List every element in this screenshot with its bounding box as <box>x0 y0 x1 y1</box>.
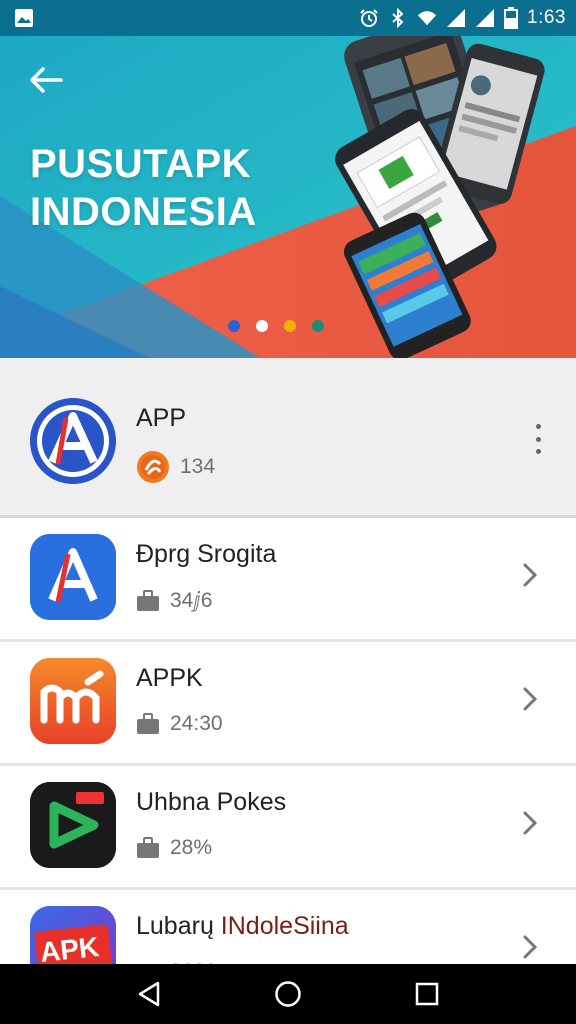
app-name: APPK <box>136 664 203 692</box>
list-item-featured[interactable]: APP 134 <box>0 358 576 518</box>
app-meta: 34ⅉ6 <box>136 588 212 613</box>
bluetooth-icon <box>392 8 404 28</box>
list-item[interactable]: Uhbna Pokes 28% <box>0 766 576 890</box>
app-count: 134 <box>180 455 216 478</box>
coin-icon <box>137 451 169 483</box>
back-button[interactable] <box>24 60 68 100</box>
clock: 1:63 <box>527 7 566 28</box>
app-name: Uhbna Pokes <box>136 788 287 816</box>
recents-icon <box>415 982 438 1006</box>
app-icon <box>30 534 116 620</box>
chevron-right-icon[interactable] <box>520 684 540 714</box>
play-logo-icon <box>30 782 116 868</box>
app-icon <box>30 398 116 484</box>
hero-banner[interactable]: PUSUTAPK INDONESIA <box>0 36 576 358</box>
app-name: Lubarų INdoleSiina <box>136 912 349 940</box>
nav-recents-button[interactable] <box>407 974 447 1014</box>
nav-back-button[interactable] <box>129 974 169 1014</box>
app-meta-value: 24:30 <box>170 712 223 735</box>
signal-icon <box>476 9 495 27</box>
carousel-indicator[interactable] <box>228 320 324 332</box>
more-button[interactable] <box>532 424 544 454</box>
app-icon <box>30 782 116 868</box>
wifi-icon <box>417 11 437 26</box>
more-vertical-icon <box>535 424 541 429</box>
alarm-icon <box>360 9 378 27</box>
battery-icon <box>504 7 519 29</box>
navigation-bar <box>0 964 576 1024</box>
hero-title: PUSUTAPK INDONESIA <box>30 142 257 234</box>
app-name: APP <box>136 404 187 432</box>
carousel-dot[interactable] <box>256 320 268 332</box>
app-meta: 134 <box>136 450 215 484</box>
app-meta-value: 28% <box>170 836 213 859</box>
app-name: Ðprg Srogita <box>136 540 277 568</box>
app-meta: 24:30 <box>136 712 223 736</box>
carousel-dot[interactable] <box>312 320 324 332</box>
briefcase-icon <box>137 837 159 858</box>
back-icon <box>139 981 160 1007</box>
carousel-dot[interactable] <box>284 320 296 332</box>
chevron-right-icon[interactable] <box>520 932 540 962</box>
app-meta: 28% <box>136 836 212 860</box>
status-bar: 1:63 <box>0 0 576 36</box>
signal-icon <box>447 9 466 27</box>
image-icon <box>15 9 33 27</box>
app-logo-icon <box>30 534 116 620</box>
briefcase-icon <box>137 589 159 611</box>
chevron-right-icon[interactable] <box>520 808 540 838</box>
chevron-right-icon[interactable] <box>520 560 540 590</box>
arrow-left-icon <box>30 67 63 93</box>
briefcase-icon <box>137 713 159 734</box>
app-logo-icon <box>30 658 116 744</box>
carousel-dot[interactable] <box>228 320 240 332</box>
list-item[interactable]: Ðprg Srogita 34ⅉ6 <box>0 518 576 642</box>
list-item[interactable]: APPK 24:30 <box>0 642 576 766</box>
app-list: APP 134 Ðprg Srogita 34ⅉ6 APPK 24:30 Uhb… <box>0 358 576 1014</box>
app-logo-icon <box>30 398 116 484</box>
nav-home-button[interactable] <box>268 974 308 1014</box>
app-meta-value: 34ⅉ6 <box>170 589 213 612</box>
app-icon <box>30 658 116 744</box>
home-icon <box>275 981 301 1007</box>
